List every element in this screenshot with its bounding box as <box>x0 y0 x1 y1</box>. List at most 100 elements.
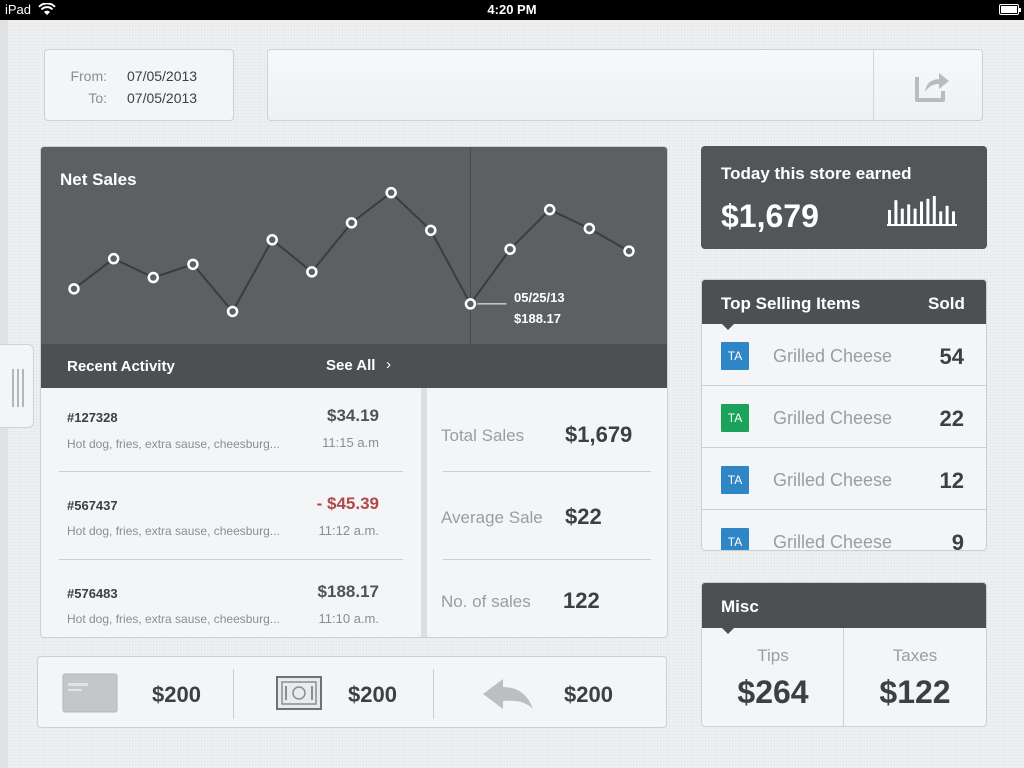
to-label: To: <box>88 90 107 106</box>
item-name: Grilled Cheese <box>773 532 893 551</box>
clock: 4:20 PM <box>487 2 537 17</box>
from-label: From: <box>70 68 107 84</box>
cash-payments-amount: $200 <box>348 682 397 707</box>
activity-item[interactable]: #576483 $188.17 Hot dog, fries, extra sa… <box>59 564 403 637</box>
top-item-row[interactable]: TA Grilled Cheese 9 <box>702 510 986 551</box>
data-point[interactable] <box>266 234 278 246</box>
order-description: Hot dog, fries, extra sause, cheesburg..… <box>67 437 280 451</box>
share-icon <box>915 73 949 102</box>
see-all-link[interactable]: See All <box>326 357 375 374</box>
activity-item[interactable]: #127328 $34.19 Hot dog, fries, extra sau… <box>59 388 403 475</box>
callout-value: $188.17 <box>514 311 561 326</box>
earnings-title: Today this store earned <box>721 164 912 183</box>
tips-stat: Tips $264 <box>702 628 844 726</box>
taxes-label: Taxes <box>892 646 938 665</box>
item-badge: TA <box>721 466 749 494</box>
data-point[interactable] <box>385 186 397 199</box>
data-point[interactable] <box>345 217 358 229</box>
top-item-row[interactable]: TA Grilled Cheese 54 <box>702 324 986 386</box>
chevron-right-icon[interactable]: › <box>386 356 391 373</box>
divider <box>443 559 651 560</box>
mini-bar <box>920 201 923 224</box>
order-time: 11:15 a.m <box>322 435 379 450</box>
bar-baseline <box>887 224 957 226</box>
data-point[interactable] <box>147 271 160 284</box>
from-date[interactable]: 07/05/2013 <box>127 68 197 84</box>
mini-bar <box>952 211 955 224</box>
item-badge: TA <box>721 342 749 370</box>
stat-label: Total Sales <box>441 426 525 445</box>
mini-bar <box>894 200 898 224</box>
taxes-stat: Taxes $122 <box>844 628 986 726</box>
grip-line <box>22 369 24 407</box>
item-badge: TA <box>721 528 749 550</box>
divider <box>233 669 234 719</box>
drawer-handle[interactable] <box>0 344 34 428</box>
sales-summary: Total Sales $1,679 Average Sale $22 No. … <box>427 388 667 637</box>
divider <box>59 471 403 472</box>
date-range-picker[interactable]: From: 07/05/2013 To: 07/05/2013 <box>44 49 234 121</box>
activity-item[interactable]: #567437 - $45.39 Hot dog, fries, extra s… <box>59 476 403 563</box>
top-selling-header: Top Selling Items Sold <box>702 280 986 324</box>
recent-activity-header: Recent Activity See All › <box>41 344 667 388</box>
stat-value: 122 <box>563 588 600 613</box>
share-button[interactable] <box>873 50 982 120</box>
recent-activity-list: #127328 $34.19 Hot dog, fries, extra sau… <box>41 388 421 637</box>
cash-icon <box>276 676 322 710</box>
card-payments-amount: $200 <box>152 682 201 707</box>
divider <box>443 471 651 472</box>
top-item-row[interactable]: TA Grilled Cheese 22 <box>702 386 986 448</box>
bar-chart-icon <box>887 196 957 226</box>
stat-label: Average Sale <box>441 508 543 527</box>
order-number: #567437 <box>67 498 118 513</box>
data-point[interactable] <box>543 203 556 216</box>
mini-bar <box>926 198 930 224</box>
data-point[interactable] <box>504 243 516 255</box>
grip-line <box>12 369 14 407</box>
order-time: 11:12 a.m. <box>318 523 379 538</box>
item-name: Grilled Cheese <box>773 470 893 490</box>
callout-date: 05/25/13 <box>514 290 565 305</box>
mini-bar <box>907 204 911 224</box>
stat-value: $22 <box>565 504 602 529</box>
divider <box>433 669 434 719</box>
data-point[interactable] <box>306 266 318 278</box>
recent-activity-title: Recent Activity <box>67 358 175 375</box>
order-time: 11:10 a.m. <box>318 611 379 626</box>
data-point[interactable] <box>464 298 477 310</box>
data-point[interactable] <box>187 258 199 271</box>
to-date[interactable]: 07/05/2013 <box>127 90 197 106</box>
tips-label: Tips <box>757 646 789 665</box>
item-sold-count: 54 <box>939 344 964 369</box>
refund-amount: $200 <box>564 682 613 707</box>
mini-bar <box>939 211 943 224</box>
search-input[interactable] <box>268 50 873 120</box>
data-point[interactable] <box>623 245 635 257</box>
mini-bar <box>913 208 917 224</box>
line-chart <box>68 147 635 344</box>
stat-label: No. of sales <box>441 592 531 611</box>
top-selling-panel: Top Selling Items Sold TA Grilled Cheese… <box>701 279 987 551</box>
data-point[interactable] <box>583 222 596 235</box>
data-point[interactable] <box>226 305 239 318</box>
data-point[interactable] <box>425 224 437 237</box>
item-name: Grilled Cheese <box>773 346 893 366</box>
order-amount: $34.19 <box>327 406 379 425</box>
misc-panel: Misc Tips $264 Taxes $122 <box>701 582 987 727</box>
order-number: #127328 <box>67 410 118 425</box>
order-description: Hot dog, fries, extra sause, cheesburg..… <box>67 524 280 538</box>
mini-bar <box>888 210 891 224</box>
data-point[interactable] <box>68 283 80 295</box>
top-item-row[interactable]: TA Grilled Cheese 12 <box>702 448 986 510</box>
earnings-amount: $1,679 <box>721 198 819 234</box>
refund-icon <box>483 679 533 709</box>
tips-value: $264 <box>737 674 809 710</box>
grip-line <box>17 369 19 407</box>
data-point[interactable] <box>107 252 120 265</box>
mini-bar <box>900 208 904 224</box>
item-name: Grilled Cheese <box>773 408 893 428</box>
payment-totals-bar: $200 $200 $200 <box>37 656 667 728</box>
order-amount: $188.17 <box>317 582 379 601</box>
store-earnings-card: Today this store earned $1,679 <box>701 146 987 249</box>
search-bar <box>267 49 983 121</box>
